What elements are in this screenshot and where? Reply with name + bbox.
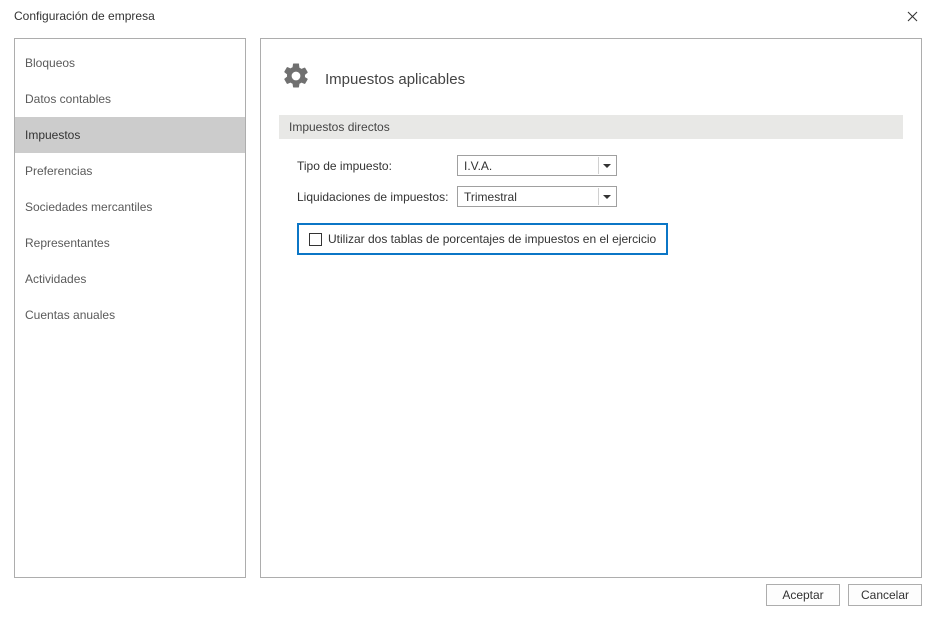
checkbox-dos-tablas[interactable] [309,233,322,246]
section-header: Impuestos aplicables [279,59,903,93]
content-area: Bloqueos Datos contables Impuestos Prefe… [0,32,936,578]
dropdown-value: I.V.A. [464,159,492,173]
sidebar-item-label: Bloqueos [25,56,75,70]
window-title: Configuración de empresa [14,9,155,23]
label-liquidaciones: Liquidaciones de impuestos: [297,190,457,204]
button-label: Cancelar [861,588,909,602]
gear-icon [279,59,313,93]
chevron-down-icon [598,157,614,174]
button-label: Aceptar [782,588,823,602]
sidebar-item-label: Actividades [25,272,86,286]
checkbox-highlight-box: Utilizar dos tablas de porcentajes de im… [297,223,668,255]
sidebar-item-representantes[interactable]: Representantes [15,225,245,261]
label-tipo-impuesto: Tipo de impuesto: [297,159,457,173]
sidebar-item-preferencias[interactable]: Preferencias [15,153,245,189]
sidebar: Bloqueos Datos contables Impuestos Prefe… [14,38,246,578]
row-liquidaciones: Liquidaciones de impuestos: Trimestral [279,186,903,207]
sidebar-item-cuentas-anuales[interactable]: Cuentas anuales [15,297,245,333]
sidebar-item-impuestos[interactable]: Impuestos [15,117,245,153]
sidebar-item-bloqueos[interactable]: Bloqueos [15,45,245,81]
accept-button[interactable]: Aceptar [766,584,840,606]
main-panel: Impuestos aplicables Impuestos directos … [260,38,922,578]
sidebar-item-sociedades-mercantiles[interactable]: Sociedades mercantiles [15,189,245,225]
section-title: Impuestos aplicables [325,65,465,88]
cancel-button[interactable]: Cancelar [848,584,922,606]
sidebar-item-label: Sociedades mercantiles [25,200,152,214]
sidebar-item-datos-contables[interactable]: Datos contables [15,81,245,117]
checkbox-label: Utilizar dos tablas de porcentajes de im… [328,232,656,246]
sidebar-item-label: Representantes [25,236,110,250]
sidebar-item-label: Datos contables [25,92,111,106]
group-header: Impuestos directos [279,115,903,139]
footer: Aceptar Cancelar [0,578,936,612]
row-tipo-impuesto: Tipo de impuesto: I.V.A. [279,155,903,176]
dropdown-tipo-impuesto[interactable]: I.V.A. [457,155,617,176]
dropdown-liquidaciones[interactable]: Trimestral [457,186,617,207]
sidebar-item-actividades[interactable]: Actividades [15,261,245,297]
close-icon [907,11,918,22]
chevron-down-icon [598,188,614,205]
close-button[interactable] [898,2,926,30]
sidebar-item-label: Cuentas anuales [25,308,115,322]
sidebar-item-label: Preferencias [25,164,92,178]
titlebar: Configuración de empresa [0,0,936,32]
sidebar-item-label: Impuestos [25,128,80,142]
dropdown-value: Trimestral [464,190,517,204]
